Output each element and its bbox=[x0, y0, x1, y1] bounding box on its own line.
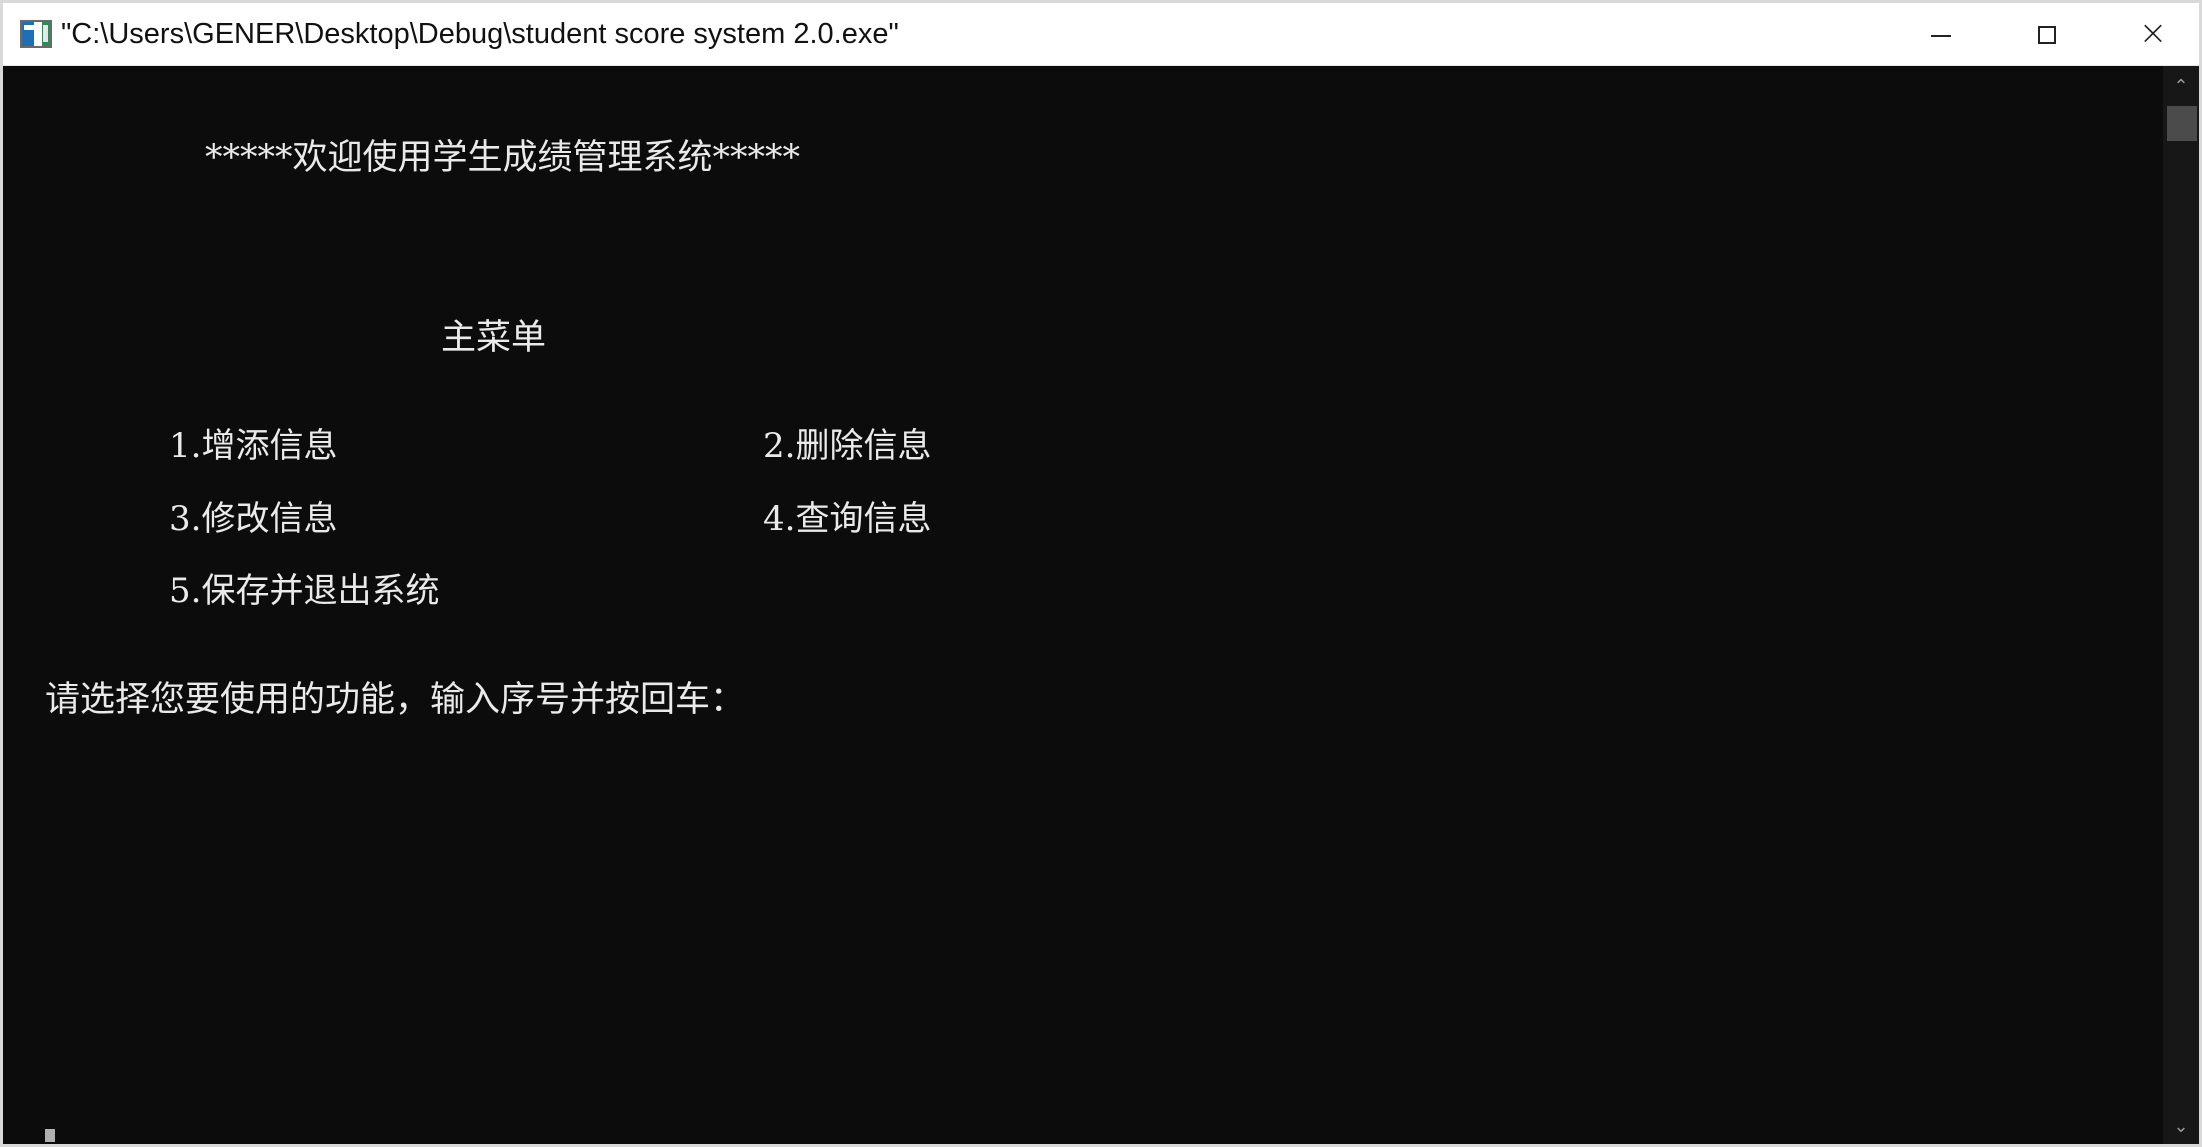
console-window: "C:\Users\GENER\Desktop\Debug\student sc… bbox=[0, 0, 2202, 1147]
main-menu-title: 主菜单 bbox=[441, 318, 547, 358]
menu-option-delete-info: 2.删除信息 bbox=[763, 426, 932, 466]
menu-option-save-exit: 5.保存并退出系统 bbox=[169, 571, 440, 611]
window-title: "C:\Users\GENER\Desktop\Debug\student sc… bbox=[61, 18, 899, 50]
menu-option-modify-info: 3.修改信息 bbox=[169, 499, 338, 539]
vertical-scrollbar[interactable]: ⌃ ⌄ bbox=[2163, 66, 2199, 1144]
scroll-down-arrow-icon[interactable]: ⌄ bbox=[2163, 1112, 2199, 1142]
menu-option-add-info: 1.增添信息 bbox=[169, 426, 338, 466]
maximize-icon bbox=[2038, 25, 2056, 44]
menu-option-query-info: 4.查询信息 bbox=[763, 499, 932, 539]
minimize-icon bbox=[1931, 35, 1951, 37]
console-output[interactable]: *****欢迎使用学生成绩管理系统***** 主菜单 1.增添信息 2.删除信息… bbox=[3, 66, 2163, 1144]
console-window-icon[interactable] bbox=[20, 20, 52, 48]
welcome-message: *****欢迎使用学生成绩管理系统***** bbox=[205, 138, 801, 178]
minimize-button[interactable] bbox=[1888, 3, 1994, 66]
scrollbar-thumb[interactable] bbox=[2167, 106, 2197, 141]
window-titlebar[interactable]: "C:\Users\GENER\Desktop\Debug\student sc… bbox=[3, 3, 2199, 66]
close-icon: × bbox=[2138, 12, 2168, 53]
input-prompt: 请选择您要使用的功能，输入序号并按回车： bbox=[45, 680, 746, 720]
maximize-button[interactable] bbox=[1994, 3, 2100, 66]
console-cursor bbox=[45, 1129, 55, 1142]
scroll-up-arrow-icon[interactable]: ⌃ bbox=[2163, 72, 2199, 102]
close-button[interactable]: × bbox=[2100, 3, 2199, 66]
